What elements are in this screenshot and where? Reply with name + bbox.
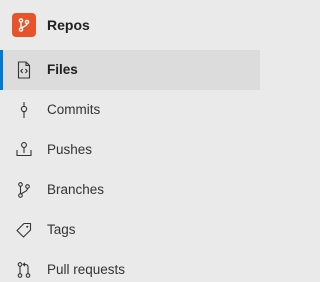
repos-icon [12, 13, 36, 37]
nav-item-label: Files [47, 62, 78, 77]
nav-item-label: Branches [47, 182, 105, 197]
tag-icon [14, 220, 34, 240]
nav-item-commits[interactable]: Commits [0, 90, 260, 130]
nav-item-label: Pull requests [47, 262, 126, 277]
nav-item-branches[interactable]: Branches [0, 170, 260, 210]
nav-item-label: Commits [47, 102, 101, 117]
commit-icon [14, 100, 34, 120]
repos-nav-panel: Repos Files Commits Pushes Branches Tags… [0, 0, 260, 282]
nav-item-files[interactable]: Files [0, 50, 260, 90]
pull-request-icon [14, 260, 34, 280]
nav-item-label: Pushes [47, 142, 93, 157]
file-code-icon [14, 60, 34, 80]
selected-indicator [0, 50, 3, 90]
nav-item-tags[interactable]: Tags [0, 210, 260, 250]
push-icon [14, 140, 34, 160]
nav-item-pull-requests[interactable]: Pull requests [0, 250, 260, 282]
nav-item-label: Tags [47, 222, 76, 237]
branch-icon [14, 180, 34, 200]
repos-title: Repos [47, 17, 90, 33]
nav-item-pushes[interactable]: Pushes [0, 130, 260, 170]
repos-header[interactable]: Repos [0, 0, 260, 50]
